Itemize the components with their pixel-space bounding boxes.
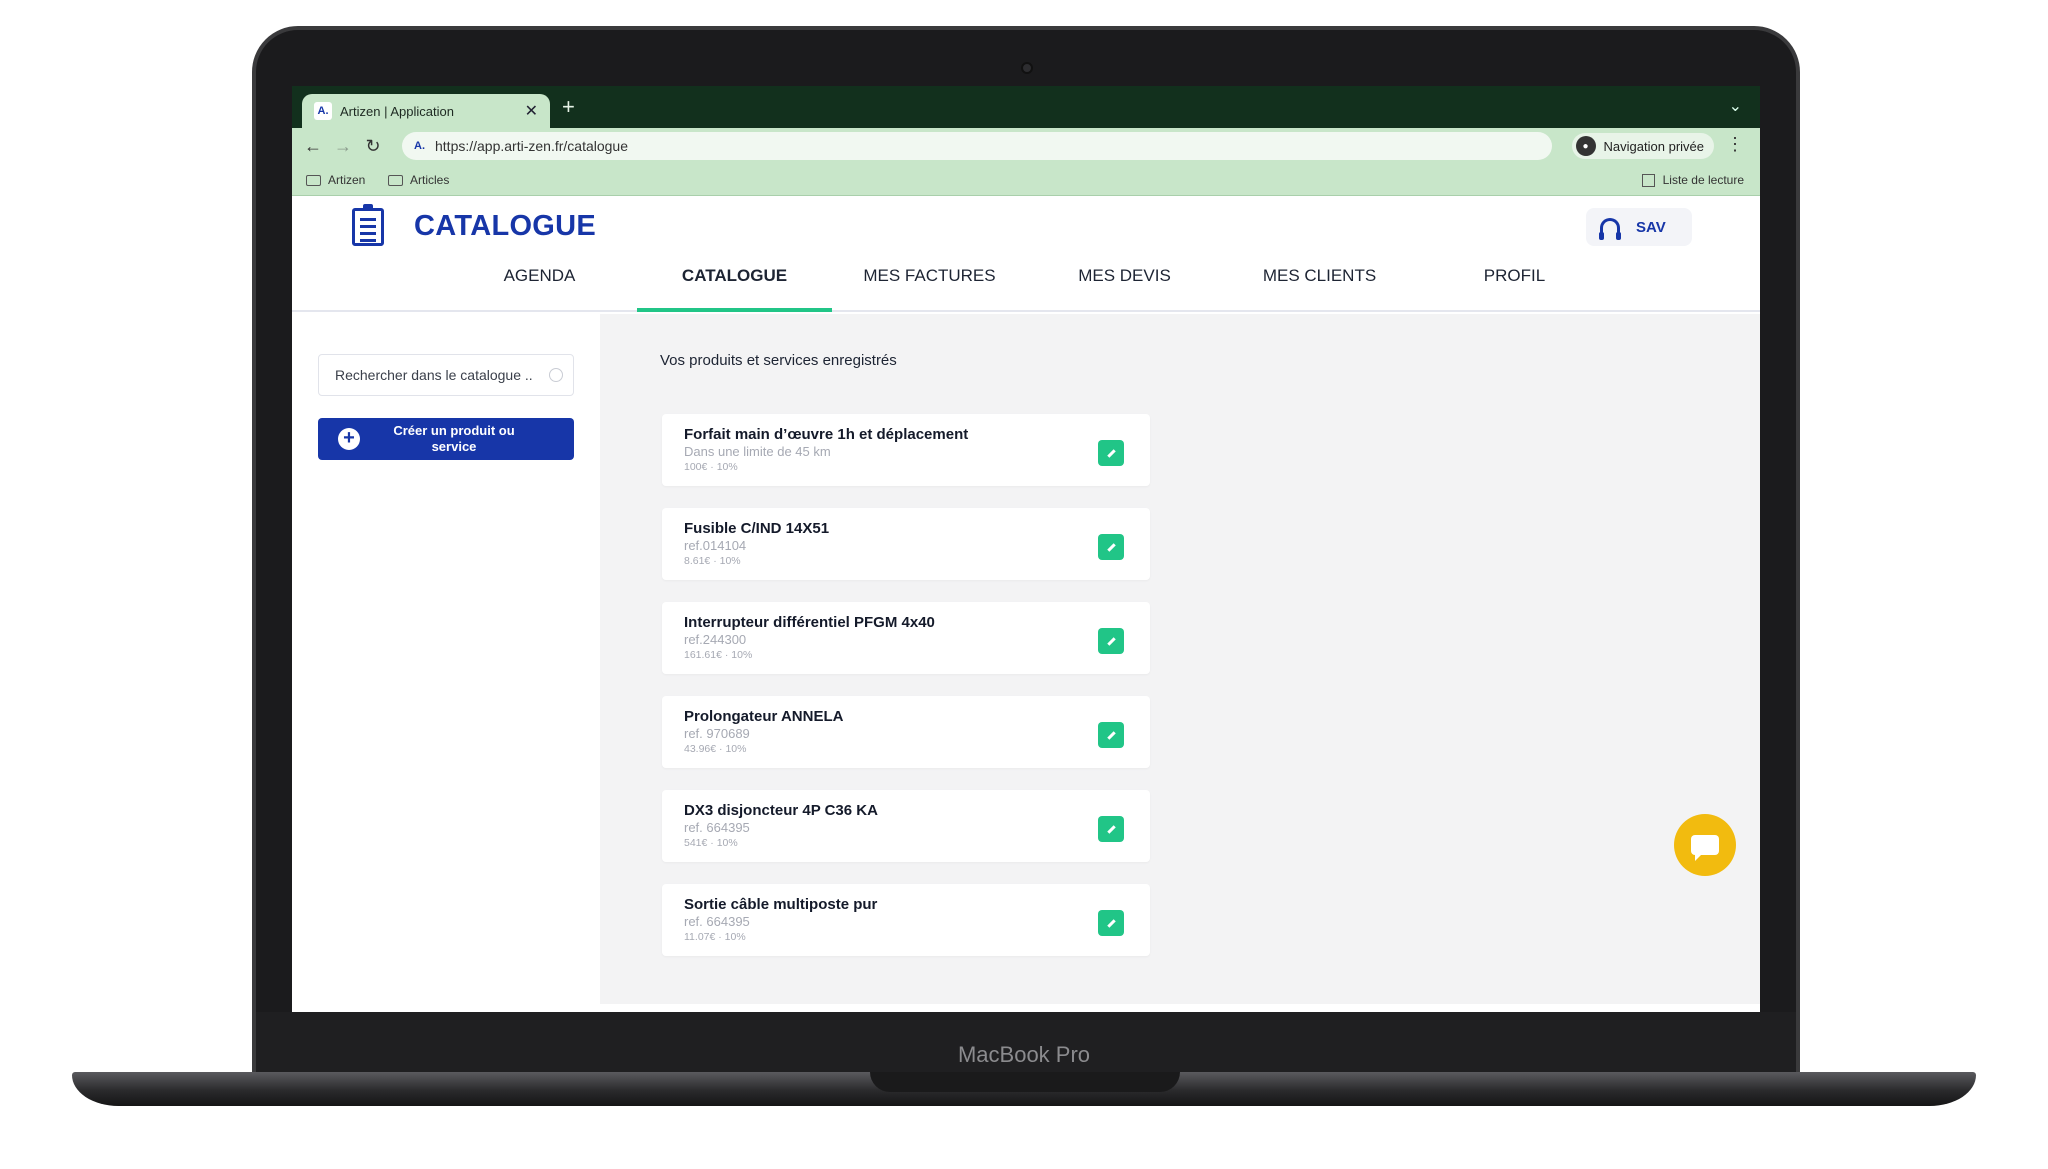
create-button-label: Créer un produit ou service — [393, 423, 515, 454]
product-title: Sortie câble multiposte pur — [684, 896, 878, 913]
browser-tab[interactable]: A. Artizen | Application ✕ — [302, 94, 550, 128]
search-input[interactable] — [335, 367, 545, 383]
reading-list-icon — [1641, 173, 1655, 187]
create-product-button[interactable]: + Créer un produit ou service — [318, 418, 574, 460]
edit-button[interactable] — [1098, 628, 1124, 654]
product-card[interactable]: Forfait main d’œuvre 1h et déplacement D… — [662, 414, 1150, 486]
product-price: 43.96€ · 10% — [684, 743, 747, 755]
forward-arrow-icon[interactable]: → — [328, 136, 358, 157]
incognito-icon: ● — [1575, 136, 1596, 156]
artizen-favicon-icon: A. — [314, 102, 332, 120]
app: CATALOGUE SAV AGENDA CATALOGUE MES FACTU… — [292, 196, 1760, 1012]
edit-button[interactable] — [1098, 816, 1124, 842]
device-label: MacBook Pro — [957, 1042, 1091, 1067]
bookmark-label: Articles — [410, 173, 450, 187]
sidebar: + Créer un produit ou service — [292, 314, 600, 1012]
screen: A. Artizen | Application ✕ + ⌄ ← → ↻ A. … — [292, 86, 1760, 1012]
private-label: Navigation privée — [1603, 138, 1704, 154]
chevron-down-icon[interactable]: ⌄ — [1729, 96, 1742, 116]
page-title: CATALOGUE — [414, 210, 597, 242]
sav-button[interactable]: SAV — [1586, 208, 1692, 246]
section-title: Vos produits et services enregistrés — [660, 352, 897, 369]
edit-button[interactable] — [1098, 722, 1124, 748]
app-header: CATALOGUE SAV AGENDA CATALOGUE MES FACTU… — [292, 196, 1760, 312]
pencil-icon — [1106, 918, 1116, 928]
reading-list-label: Liste de lecture — [1662, 173, 1744, 187]
product-subtitle: ref. 664395 — [684, 820, 750, 835]
bookmark-articles[interactable]: Articles — [388, 173, 449, 187]
tab-mes-clients[interactable]: MES CLIENTS — [1222, 258, 1417, 312]
pencil-icon — [1106, 636, 1116, 646]
browser-menu-icon[interactable]: ⋮ — [1726, 134, 1744, 155]
new-tab-icon[interactable]: + — [562, 94, 575, 120]
headset-icon — [1599, 218, 1621, 240]
product-price: 11.07€ · 10% — [684, 931, 746, 943]
pencil-icon — [1106, 542, 1116, 552]
product-subtitle: ref.014104 — [684, 538, 747, 553]
search-icon — [549, 368, 563, 382]
bookmark-label: Artizen — [328, 173, 366, 187]
private-mode-badge[interactable]: ● Navigation privée — [1571, 133, 1714, 159]
product-price: 161.61€ · 10% — [684, 649, 753, 661]
product-price: 100€ · 10% — [684, 461, 738, 473]
folder-icon — [306, 174, 321, 186]
browser-toolbar: ← → ↻ A. https://app.arti-zen.fr/catalog… — [292, 128, 1760, 164]
chat-bubble-icon — [1691, 835, 1719, 861]
reading-list[interactable]: Liste de lecture — [1641, 173, 1744, 187]
product-card[interactable]: Interrupteur différentiel PFGM 4x40 ref.… — [662, 602, 1150, 674]
back-arrow-icon[interactable]: ← — [298, 136, 328, 157]
reload-icon[interactable]: ↻ — [358, 136, 388, 157]
tab-mes-devis[interactable]: MES DEVIS — [1027, 258, 1222, 312]
address-bar[interactable]: A. https://app.arti-zen.fr/catalogue — [402, 132, 1552, 160]
tab-agenda[interactable]: AGENDA — [442, 258, 637, 312]
product-list: Forfait main d’œuvre 1h et déplacement D… — [662, 414, 1150, 978]
product-subtitle: ref. 664395 — [684, 914, 750, 929]
product-subtitle: Dans une limite de 45 km — [684, 444, 831, 459]
tab-profil[interactable]: PROFIL — [1417, 258, 1612, 312]
product-title: Interrupteur différentiel PFGM 4x40 — [684, 614, 935, 631]
product-price: 541€ · 10% — [684, 837, 738, 849]
chat-button[interactable] — [1674, 814, 1736, 876]
catalogue-main: Vos produits et services enregistrés For… — [600, 314, 1760, 1004]
edit-button[interactable] — [1098, 440, 1124, 466]
edit-button[interactable] — [1098, 910, 1124, 936]
product-title: DX3 disjoncteur 4P C36 KA — [684, 802, 878, 819]
folder-icon — [388, 174, 403, 186]
pencil-icon — [1106, 824, 1116, 834]
product-title: Prolongateur ANNELA — [684, 708, 844, 725]
product-card[interactable]: Sortie câble multiposte pur ref. 664395 … — [662, 884, 1150, 956]
tab-catalogue[interactable]: CATALOGUE — [637, 258, 832, 312]
url-text: https://app.arti-zen.fr/catalogue — [435, 138, 628, 154]
clipboard-list-icon — [352, 204, 384, 246]
camera-dot — [1021, 62, 1033, 74]
pencil-icon — [1106, 730, 1116, 740]
bookmarks-bar: Artizen Articles Liste de lecture — [292, 164, 1760, 196]
bookmark-artizen[interactable]: Artizen — [306, 173, 365, 187]
laptop-notch — [870, 1072, 1180, 1092]
tab-title: Artizen | Application — [340, 103, 454, 119]
product-title: Forfait main d’œuvre 1h et déplacement — [684, 426, 969, 443]
pencil-icon — [1106, 448, 1116, 458]
close-icon[interactable]: ✕ — [525, 101, 538, 121]
main-nav: AGENDA CATALOGUE MES FACTURES MES DEVIS … — [442, 258, 1612, 312]
product-subtitle: ref.244300 — [684, 632, 747, 647]
search-box — [318, 354, 574, 396]
tab-mes-factures[interactable]: MES FACTURES — [832, 258, 1027, 312]
product-title: Fusible C/IND 14X51 — [684, 520, 830, 537]
sav-label: SAV — [1636, 218, 1666, 236]
product-card[interactable]: Fusible C/IND 14X51 ref.014104 8.61€ · 1… — [662, 508, 1150, 580]
product-subtitle: ref. 970689 — [684, 726, 750, 741]
product-card[interactable]: DX3 disjoncteur 4P C36 KA ref. 664395 54… — [662, 790, 1150, 862]
site-favicon-icon: A. — [414, 140, 425, 152]
product-price: 8.61€ · 10% — [684, 555, 741, 567]
edit-button[interactable] — [1098, 534, 1124, 560]
browser-tabbar: A. Artizen | Application ✕ + ⌄ — [292, 86, 1760, 128]
product-card[interactable]: Prolongateur ANNELA ref. 970689 43.96€ ·… — [662, 696, 1150, 768]
plus-icon: + — [338, 428, 360, 450]
